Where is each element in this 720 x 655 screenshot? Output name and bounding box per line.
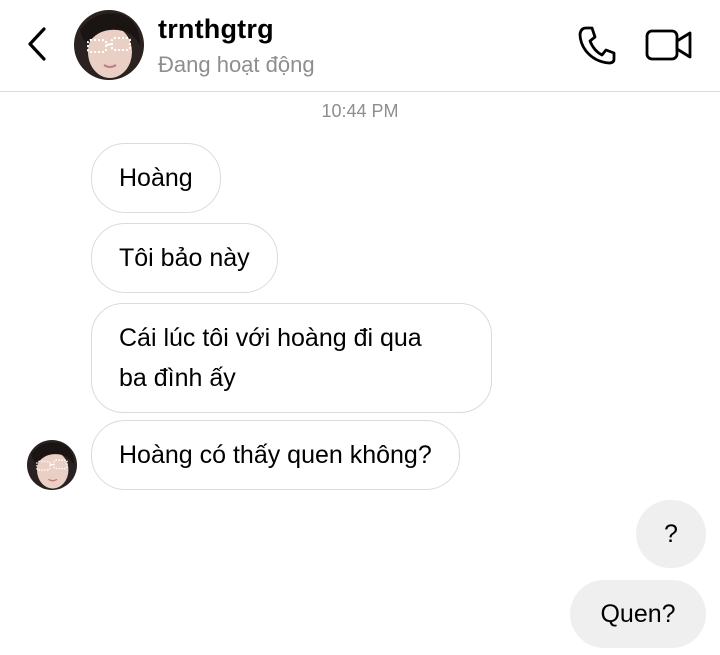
chat-username[interactable]: trnthgtrg — [158, 14, 274, 45]
back-button[interactable] — [22, 26, 54, 62]
sent-message-bubble[interactable]: Quen? — [570, 580, 706, 648]
chat-header: trnthgtrg Đang hoạt động — [0, 0, 720, 92]
avatar[interactable] — [74, 10, 144, 80]
chevron-left-icon — [28, 27, 46, 61]
sent-message-bubble[interactable]: ? — [636, 500, 706, 568]
phone-icon — [578, 26, 616, 65]
sender-avatar[interactable] — [27, 440, 77, 490]
received-message-bubble[interactable]: Tôi bảo này — [91, 223, 278, 293]
video-call-button[interactable] — [644, 26, 694, 64]
video-camera-icon — [645, 29, 692, 61]
received-message-bubble[interactable]: Hoàng có thấy quen không? — [91, 420, 460, 490]
received-message-bubble[interactable]: Hoàng — [91, 143, 221, 213]
chat-screen: trnthgtrg Đang hoạt động 10:44 PM Hoàng … — [0, 0, 720, 655]
message-timestamp: 10:44 PM — [321, 101, 399, 121]
active-status: Đang hoạt động — [158, 52, 315, 77]
voice-call-button[interactable] — [577, 24, 617, 66]
received-message-bubble[interactable]: Cái lúc tôi với hoàng đi qua ba đình ấy — [91, 303, 492, 413]
